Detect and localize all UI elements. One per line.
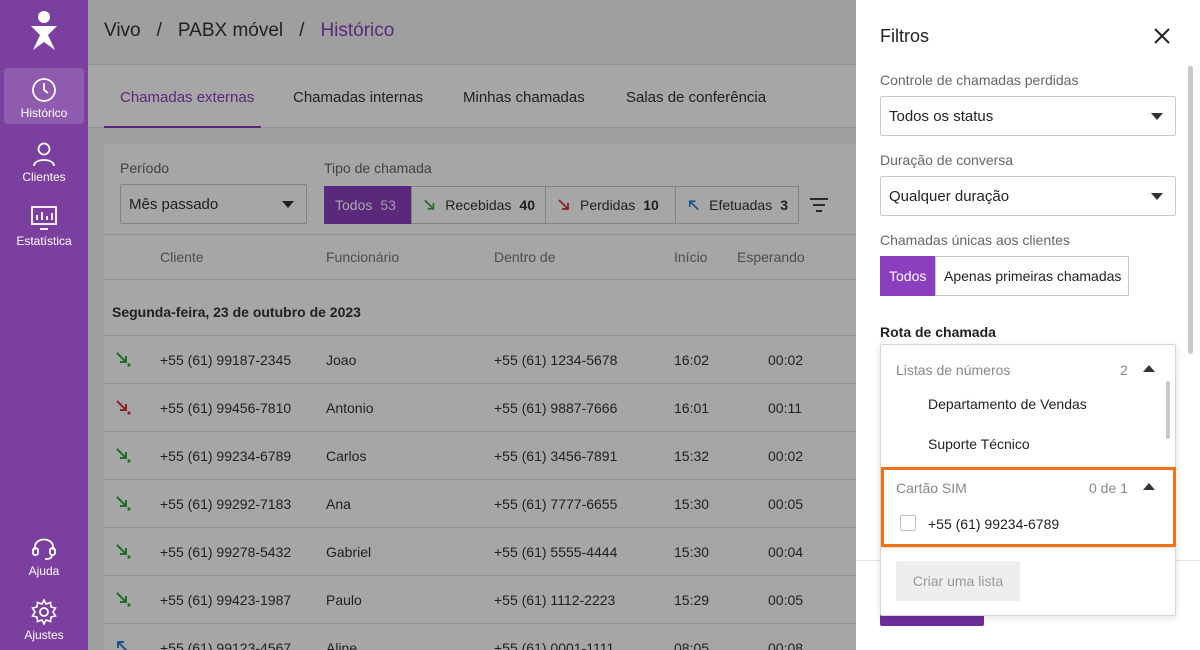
sidebar-item-label: Clientes	[22, 170, 66, 184]
logo-icon[interactable]	[27, 10, 61, 52]
chevron-down-icon	[1151, 113, 1163, 120]
option-label: Apenas primeiras chamadas	[944, 268, 1122, 284]
group-label-sim-card[interactable]: Cartão SIM	[896, 480, 967, 496]
option-label: Todos	[889, 268, 927, 284]
duration-select[interactable]: Qualquer duração	[880, 176, 1176, 216]
list-item[interactable]: Departamento de Vendas	[928, 396, 1087, 412]
unique-calls-label: Chamadas únicas aos clientes	[880, 232, 1070, 248]
sidebar-item-label: Ajuda	[28, 564, 60, 578]
unique-todos-button[interactable]: Todos	[880, 256, 936, 296]
close-icon[interactable]	[1152, 26, 1172, 46]
duration-label: Duração de conversa	[880, 152, 1014, 168]
headset-icon	[32, 538, 56, 560]
clock-icon	[32, 78, 56, 102]
missed-control-select[interactable]: Todos os status	[880, 96, 1176, 136]
route-dropdown: Listas de números 2 Departamento de Vend…	[880, 344, 1176, 616]
group-label-number-lists[interactable]: Listas de números	[896, 362, 1010, 378]
sidebar-item-clientes[interactable]: Clientes	[4, 132, 84, 188]
sidebar-item-historico[interactable]: Histórico	[4, 68, 84, 124]
dropdown-divider	[881, 547, 1176, 548]
duration-value: Qualquer duração	[889, 187, 1010, 205]
unique-first-calls-button[interactable]: Apenas primeiras chamadas	[935, 256, 1129, 296]
chart-icon	[31, 206, 57, 230]
chevron-down-icon	[1151, 193, 1163, 200]
missed-control-label: Controle de chamadas perdidas	[880, 72, 1079, 88]
missed-control-value: Todos os status	[889, 107, 994, 125]
route-label: Rota de chamada	[880, 324, 996, 340]
modal-backdrop[interactable]	[88, 0, 856, 650]
person-icon	[33, 142, 55, 167]
sidebar-item-ajuda[interactable]: Ajuda	[4, 526, 84, 582]
list-item[interactable]: Suporte Técnico	[928, 436, 1030, 452]
sim-checkbox[interactable]	[900, 515, 916, 531]
chevron-up-icon[interactable]	[1143, 483, 1155, 490]
group-count: 0 de 1	[1089, 480, 1128, 496]
sidebar-item-label: Estatística	[16, 234, 72, 248]
gear-icon	[31, 598, 57, 626]
chevron-up-icon[interactable]	[1143, 365, 1155, 372]
sidebar-item-ajustes[interactable]: Ajustes	[4, 590, 84, 646]
create-list-button[interactable]: Criar uma lista	[896, 561, 1020, 601]
sidebar-item-label: Ajustes	[24, 628, 64, 642]
sim-number-label[interactable]: +55 (61) 99234-6789	[928, 516, 1059, 532]
panel-scrollbar[interactable]	[1188, 66, 1193, 354]
sidebar-item-label: Histórico	[20, 106, 68, 120]
group-count: 2	[1120, 362, 1128, 378]
panel-title: Filtros	[880, 26, 929, 46]
create-list-label: Criar uma lista	[912, 573, 1004, 589]
dropdown-scrollbar[interactable]	[1166, 381, 1170, 439]
highlight-box	[881, 467, 1176, 547]
sidebar-item-estatistica[interactable]: Estatística	[4, 196, 84, 252]
sidebar: Histórico Clientes Estatística Ajuda Aju…	[0, 0, 88, 650]
